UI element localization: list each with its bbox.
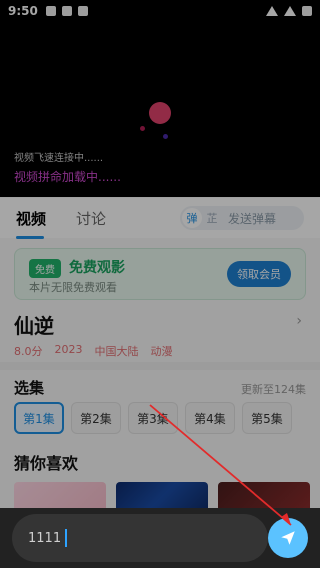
comment-input[interactable]: 1111	[12, 514, 268, 562]
send-icon	[281, 531, 295, 545]
comment-text: 1111	[28, 530, 62, 546]
modal-overlay[interactable]	[0, 0, 320, 568]
text-caret	[65, 529, 68, 547]
screen: 9:50 视频飞速连接中...... 视频拼命加载中...... 视频 讨论 弹…	[0, 0, 320, 568]
send-button[interactable]	[268, 518, 308, 558]
